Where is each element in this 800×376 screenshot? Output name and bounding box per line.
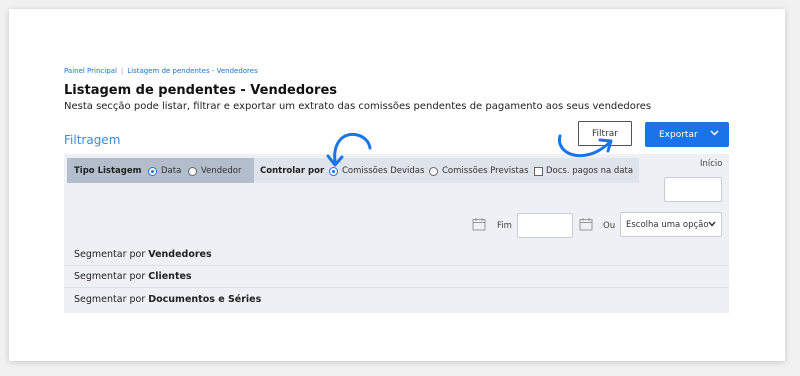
- calendar-icon[interactable]: [472, 217, 486, 231]
- radio-tipo-vendedor[interactable]: Vendedor: [188, 166, 242, 176]
- radio-comissoes-previstas[interactable]: Comissões Previstas: [429, 166, 529, 176]
- fim-label: Fim: [497, 221, 512, 231]
- chevron-down-icon: [708, 221, 716, 227]
- checkbox-icon: [534, 166, 543, 176]
- breadcrumb-item-home[interactable]: Painel Principal: [64, 67, 117, 75]
- checkbox-label: Docs. pagos na data: [546, 166, 634, 176]
- tipo-listagem-label: Tipo Listagem: [74, 166, 142, 176]
- segment-prefix: Segmentar por: [74, 293, 146, 305]
- export-button-label: Exportar: [659, 129, 698, 140]
- radio-unselected-icon: [429, 166, 438, 176]
- controlar-por-label: Controlar por: [260, 166, 325, 176]
- breadcrumb: Painel Principal | Listagem de pendentes -…: [64, 67, 258, 75]
- chevron-down-icon: [710, 130, 719, 136]
- radio-selected-icon: [148, 166, 157, 176]
- calendar-icon[interactable]: [579, 217, 593, 231]
- period-select[interactable]: Escolha uma opção: [620, 212, 722, 237]
- filter-section-title: Filtragem: [64, 133, 121, 147]
- radio-unselected-icon: [188, 166, 197, 176]
- annotation-arrow-icon: [326, 132, 372, 167]
- export-button[interactable]: Exportar: [645, 122, 729, 147]
- segment-row-documentos-series[interactable]: Segmentar por Documentos e Séries: [64, 288, 729, 310]
- radio-label: Data: [161, 166, 182, 176]
- radio-tipo-data[interactable]: Data: [148, 166, 181, 176]
- segment-prefix: Segmentar por: [74, 271, 146, 282]
- checkbox-docs-pagos[interactable]: Docs. pagos na data: [534, 166, 633, 176]
- period-select-value: Escolha uma opção: [626, 219, 709, 230]
- segment-row-clientes[interactable]: Segmentar por Clientes: [64, 266, 729, 288]
- inicio-date-input[interactable]: [664, 177, 722, 202]
- annotation-arrow-icon: [558, 134, 613, 158]
- segment-prefix: Segmentar por: [74, 249, 146, 260]
- inicio-label: Início: [700, 159, 723, 169]
- page-title: Listagem de pendentes - Vendedores: [64, 83, 338, 98]
- segment-row-vendedores[interactable]: Segmentar por Vendedores: [64, 244, 729, 266]
- radio-label: Comissões Previstas: [442, 166, 529, 176]
- ou-label: Ou: [603, 221, 616, 231]
- radio-label: Vendedor: [201, 166, 242, 176]
- segment-target: Documentos e Séries: [148, 293, 262, 305]
- segment-target: Clientes: [148, 271, 192, 282]
- segment-target: Vendedores: [148, 249, 212, 260]
- breadcrumb-item-current[interactable]: Listagem de pendentes - Vendedores: [127, 67, 257, 75]
- page-description: Nesta secção pode listar, filtrar e expo…: [64, 101, 652, 112]
- fim-date-input[interactable]: [517, 213, 573, 238]
- breadcrumb-separator: |: [120, 67, 124, 75]
